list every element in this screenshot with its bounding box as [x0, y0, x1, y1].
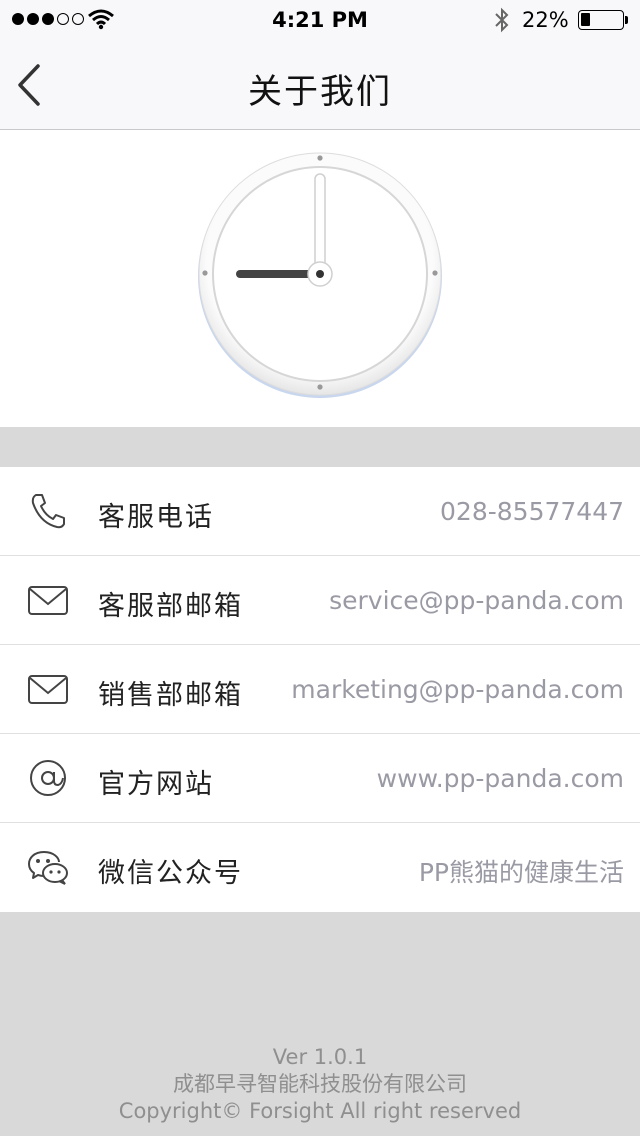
contact-row-service-email[interactable]: 客服部邮箱 service@pp-panda.com — [0, 556, 640, 645]
clock-panel — [0, 130, 640, 427]
app-version: Ver 1.0.1 — [272, 1045, 368, 1069]
contact-label: 客服部邮箱 — [98, 591, 243, 622]
header: 4:21 PM 22% 关于我们 — [0, 0, 640, 130]
battery-percent: 22% — [522, 8, 569, 32]
bluetooth-icon — [495, 7, 509, 33]
page-title: 关于我们 — [248, 72, 392, 112]
contact-row-marketing-email[interactable]: 销售部邮箱 marketing@pp-panda.com — [0, 645, 640, 734]
contact-label: 官方网站 — [98, 769, 214, 800]
contact-value: service@pp-panda.com — [329, 586, 624, 615]
contact-value: marketing@pp-panda.com — [291, 675, 624, 704]
contact-value: 028-85577447 — [440, 497, 624, 526]
at-icon — [30, 760, 66, 796]
contact-row-phone[interactable]: 客服电话 028-85577447 — [0, 467, 640, 556]
footer: Ver 1.0.1 成都早寻智能科技股份有限公司 Copyright© Fors… — [0, 1044, 640, 1125]
contact-value: www.pp-panda.com — [376, 764, 624, 793]
copyright: Copyright© Forsight All right reserved — [118, 1099, 522, 1123]
contact-value: PP熊猫的健康生活 — [418, 858, 624, 887]
phone-icon — [31, 494, 65, 529]
contact-row-website[interactable]: 官方网站 www.pp-panda.com — [0, 734, 640, 823]
contact-label: 客服电话 — [98, 502, 214, 533]
contact-list: 客服电话 028-85577447 客服部邮箱 service@pp-panda… — [0, 467, 640, 912]
company-name: 成都早寻智能科技股份有限公司 — [173, 1072, 467, 1096]
contact-row-wechat[interactable]: 微信公众号 PP熊猫的健康生活 — [0, 823, 640, 912]
mail-icon — [28, 586, 68, 615]
wechat-icon — [28, 851, 68, 885]
mail-icon — [28, 675, 68, 704]
contact-label: 微信公众号 — [98, 858, 243, 889]
clock-icon — [198, 152, 442, 398]
battery-icon — [578, 10, 624, 30]
contact-label: 销售部邮箱 — [98, 680, 243, 711]
status-bar: 4:21 PM 22% — [0, 0, 640, 40]
